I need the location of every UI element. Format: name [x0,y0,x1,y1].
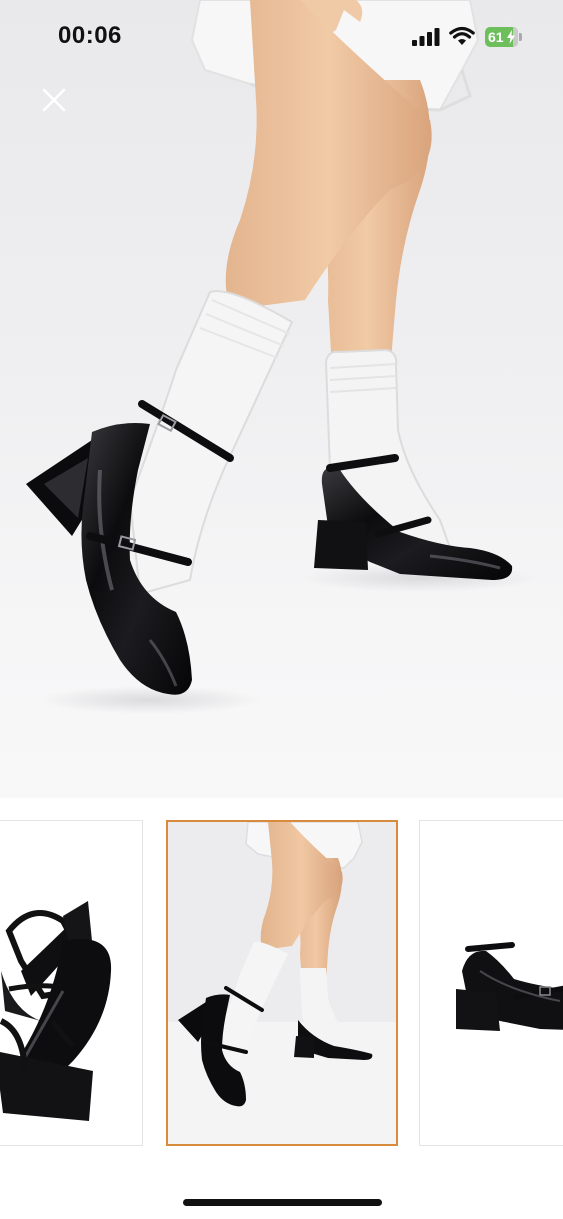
thumbnail-3[interactable] [419,820,563,1146]
wifi-icon [449,26,475,45]
status-time: 00:06 [58,22,122,49]
battery-body: 61 [485,27,518,47]
status-bar: 00:06 61 [0,0,563,76]
home-indicator[interactable] [183,1199,382,1206]
thumbnail-strip[interactable] [0,818,563,1150]
battery-level: 61 [488,29,504,45]
close-icon [42,88,66,112]
cellular-signal-icon [412,28,440,46]
close-button[interactable] [36,82,72,118]
thumbnail-2-selected[interactable] [166,820,398,1146]
photo-viewer-screen: 00:06 61 [0,0,563,1219]
battery-cap [519,33,522,41]
thumbnail-3-image [420,821,563,1145]
thumbnail-1-image [0,821,142,1145]
hero-photo-illustration [26,0,540,714]
thumbnail-1[interactable] [0,820,143,1146]
charging-bolt-icon [507,30,515,44]
thumbnail-2-image [168,822,396,1144]
hero-photo[interactable] [0,0,563,798]
battery-indicator: 61 [485,27,522,47]
